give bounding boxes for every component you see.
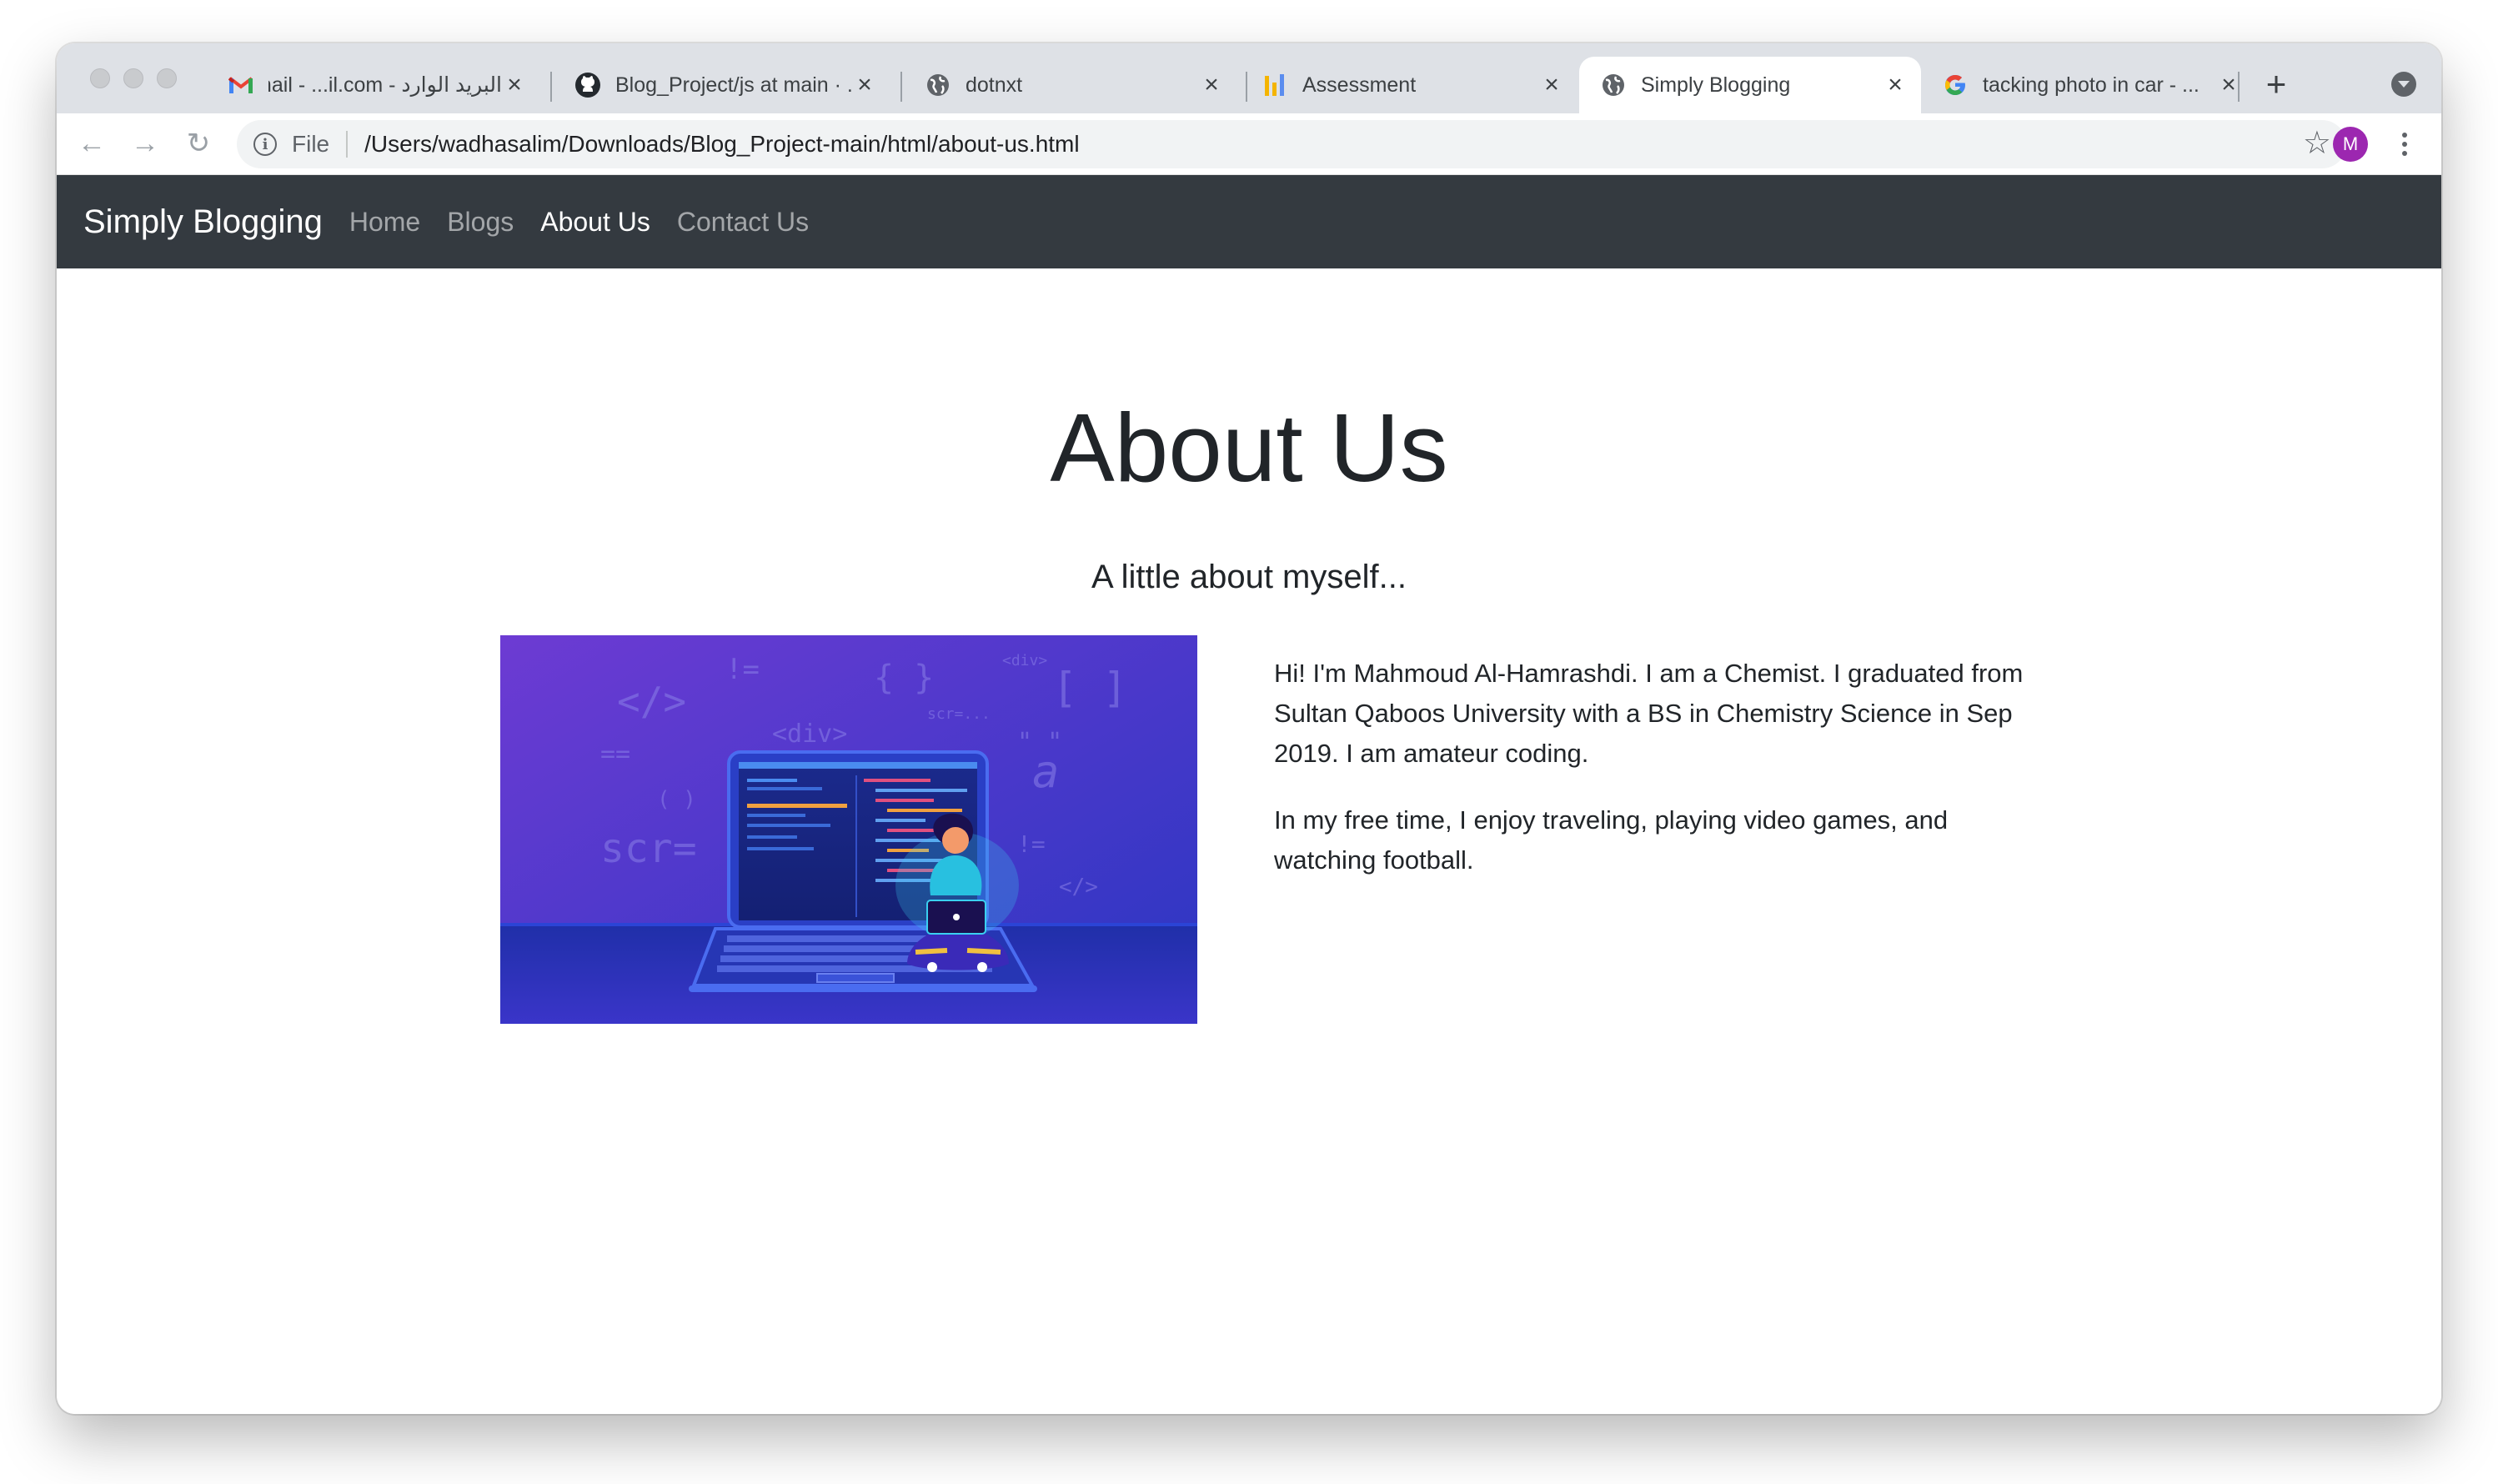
tab-separator bbox=[2238, 72, 2240, 102]
back-arrow-icon[interactable]: ← bbox=[75, 127, 108, 160]
close-tab-icon[interactable]: × bbox=[852, 71, 877, 98]
tab-assessment[interactable]: Assessment × bbox=[1241, 57, 1578, 113]
close-tab-icon[interactable]: × bbox=[1539, 71, 1564, 98]
profile-avatar[interactable]: M bbox=[2333, 127, 2368, 162]
tab-separator bbox=[550, 72, 552, 102]
code-glyph: a bbox=[1032, 745, 1060, 798]
tab-gmail[interactable]: البريد الوارد - Gmail - ...il.com × bbox=[207, 57, 540, 113]
menu-kebab-icon[interactable] bbox=[2396, 127, 2413, 162]
code-glyph: scr= bbox=[600, 825, 697, 872]
code-glyph: ( ) bbox=[657, 787, 696, 812]
code-glyph: != bbox=[725, 653, 760, 686]
tab-title: البريد الوارد - Gmail - ...il.com bbox=[268, 73, 502, 97]
google-icon bbox=[1941, 71, 1969, 99]
page-subtitle: A little about myself... bbox=[1091, 559, 1407, 595]
navbar-brand[interactable]: Simply Blogging bbox=[83, 203, 323, 241]
address-separator bbox=[346, 131, 349, 158]
close-tab-icon[interactable]: × bbox=[1199, 71, 1224, 98]
code-glyph: <div> bbox=[1002, 652, 1047, 669]
page-title: About Us bbox=[1050, 394, 1448, 502]
globe-icon bbox=[1599, 71, 1628, 99]
address-bar[interactable]: i File /Users/wadhasalim/Downloads/Blog_… bbox=[237, 120, 2346, 168]
minimize-window-button[interactable] bbox=[123, 68, 143, 88]
tab-simply-blogging[interactable]: Simply Blogging × bbox=[1579, 57, 1921, 113]
tab-google-search[interactable]: tacking photo in car - ... × bbox=[1921, 57, 2255, 113]
assessment-icon bbox=[1261, 71, 1289, 99]
close-tab-icon[interactable]: × bbox=[502, 71, 527, 98]
tab-title: Assessment bbox=[1302, 73, 1417, 97]
url-text[interactable]: /Users/wadhasalim/Downloads/Blog_Project… bbox=[364, 131, 1079, 158]
code-glyph: { } bbox=[874, 659, 934, 697]
nav-link-about-us[interactable]: About Us bbox=[540, 207, 650, 238]
close-window-button[interactable] bbox=[90, 68, 110, 88]
code-glyph: </> bbox=[617, 679, 686, 724]
globe-icon bbox=[924, 71, 952, 99]
coding-illustration: </> != { } <div> [ ] scr=... <div> == ( … bbox=[500, 635, 1197, 1024]
reload-icon[interactable]: ↻ bbox=[182, 127, 215, 160]
bio-paragraph: In my free time, I enjoy traveling, play… bbox=[1274, 805, 1949, 875]
tab-github[interactable]: Blog_Project/js at main · ... × bbox=[554, 57, 890, 113]
bio-paragraph: Hi! I'm Mahmoud Al-Hamrashdi. I am a Che… bbox=[1274, 659, 2024, 768]
browser-window: البريد الوارد - Gmail - ...il.com × Blog… bbox=[57, 43, 2441, 1414]
about-bio: Hi! I'm Mahmoud Al-Hamrashdi. I am a Che… bbox=[1274, 654, 2041, 907]
tab-title: dotnxt bbox=[966, 73, 1023, 97]
tab-strip: البريد الوارد - Gmail - ...il.com × Blog… bbox=[57, 43, 2441, 113]
code-glyph: == bbox=[600, 739, 630, 769]
zoom-window-button[interactable] bbox=[157, 68, 177, 88]
forward-arrow-icon[interactable]: → bbox=[128, 127, 162, 160]
tab-title: Blog_Project/js at main · ... bbox=[615, 73, 852, 97]
code-glyph: != bbox=[1017, 830, 1046, 858]
tab-dotnxt[interactable]: dotnxt × bbox=[904, 57, 1237, 113]
scheme-label: File bbox=[292, 131, 330, 157]
code-glyph: <div> bbox=[772, 719, 847, 749]
gmail-icon bbox=[227, 71, 255, 99]
code-glyph: scr=... bbox=[927, 705, 991, 723]
github-icon bbox=[574, 71, 602, 99]
info-icon[interactable]: i bbox=[253, 133, 277, 156]
tab-title: Simply Blogging bbox=[1641, 73, 1791, 97]
code-glyph: [ ] bbox=[1052, 664, 1127, 712]
browser-toolbar: ← → ↻ i File /Users/wadhasalim/Downloads… bbox=[57, 113, 2441, 175]
nav-link-blogs[interactable]: Blogs bbox=[447, 207, 514, 238]
new-tab-button[interactable]: + bbox=[2260, 67, 2293, 102]
close-tab-icon[interactable]: × bbox=[1883, 71, 1908, 98]
nav-link-home[interactable]: Home bbox=[349, 207, 420, 238]
nav-link-contact-us[interactable]: Contact Us bbox=[677, 207, 809, 238]
site-navbar: Simply Blogging Home Blogs About Us Cont… bbox=[57, 175, 2441, 268]
bookmark-star-icon[interactable]: ☆ bbox=[2303, 127, 2331, 160]
tab-search-icon[interactable] bbox=[2391, 72, 2416, 97]
tab-separator bbox=[900, 72, 902, 102]
code-glyph: </> bbox=[1059, 875, 1098, 900]
tab-title: tacking photo in car - ... bbox=[1983, 73, 2200, 97]
page-content: About Us A little about myself... </> !=… bbox=[57, 268, 2441, 1414]
